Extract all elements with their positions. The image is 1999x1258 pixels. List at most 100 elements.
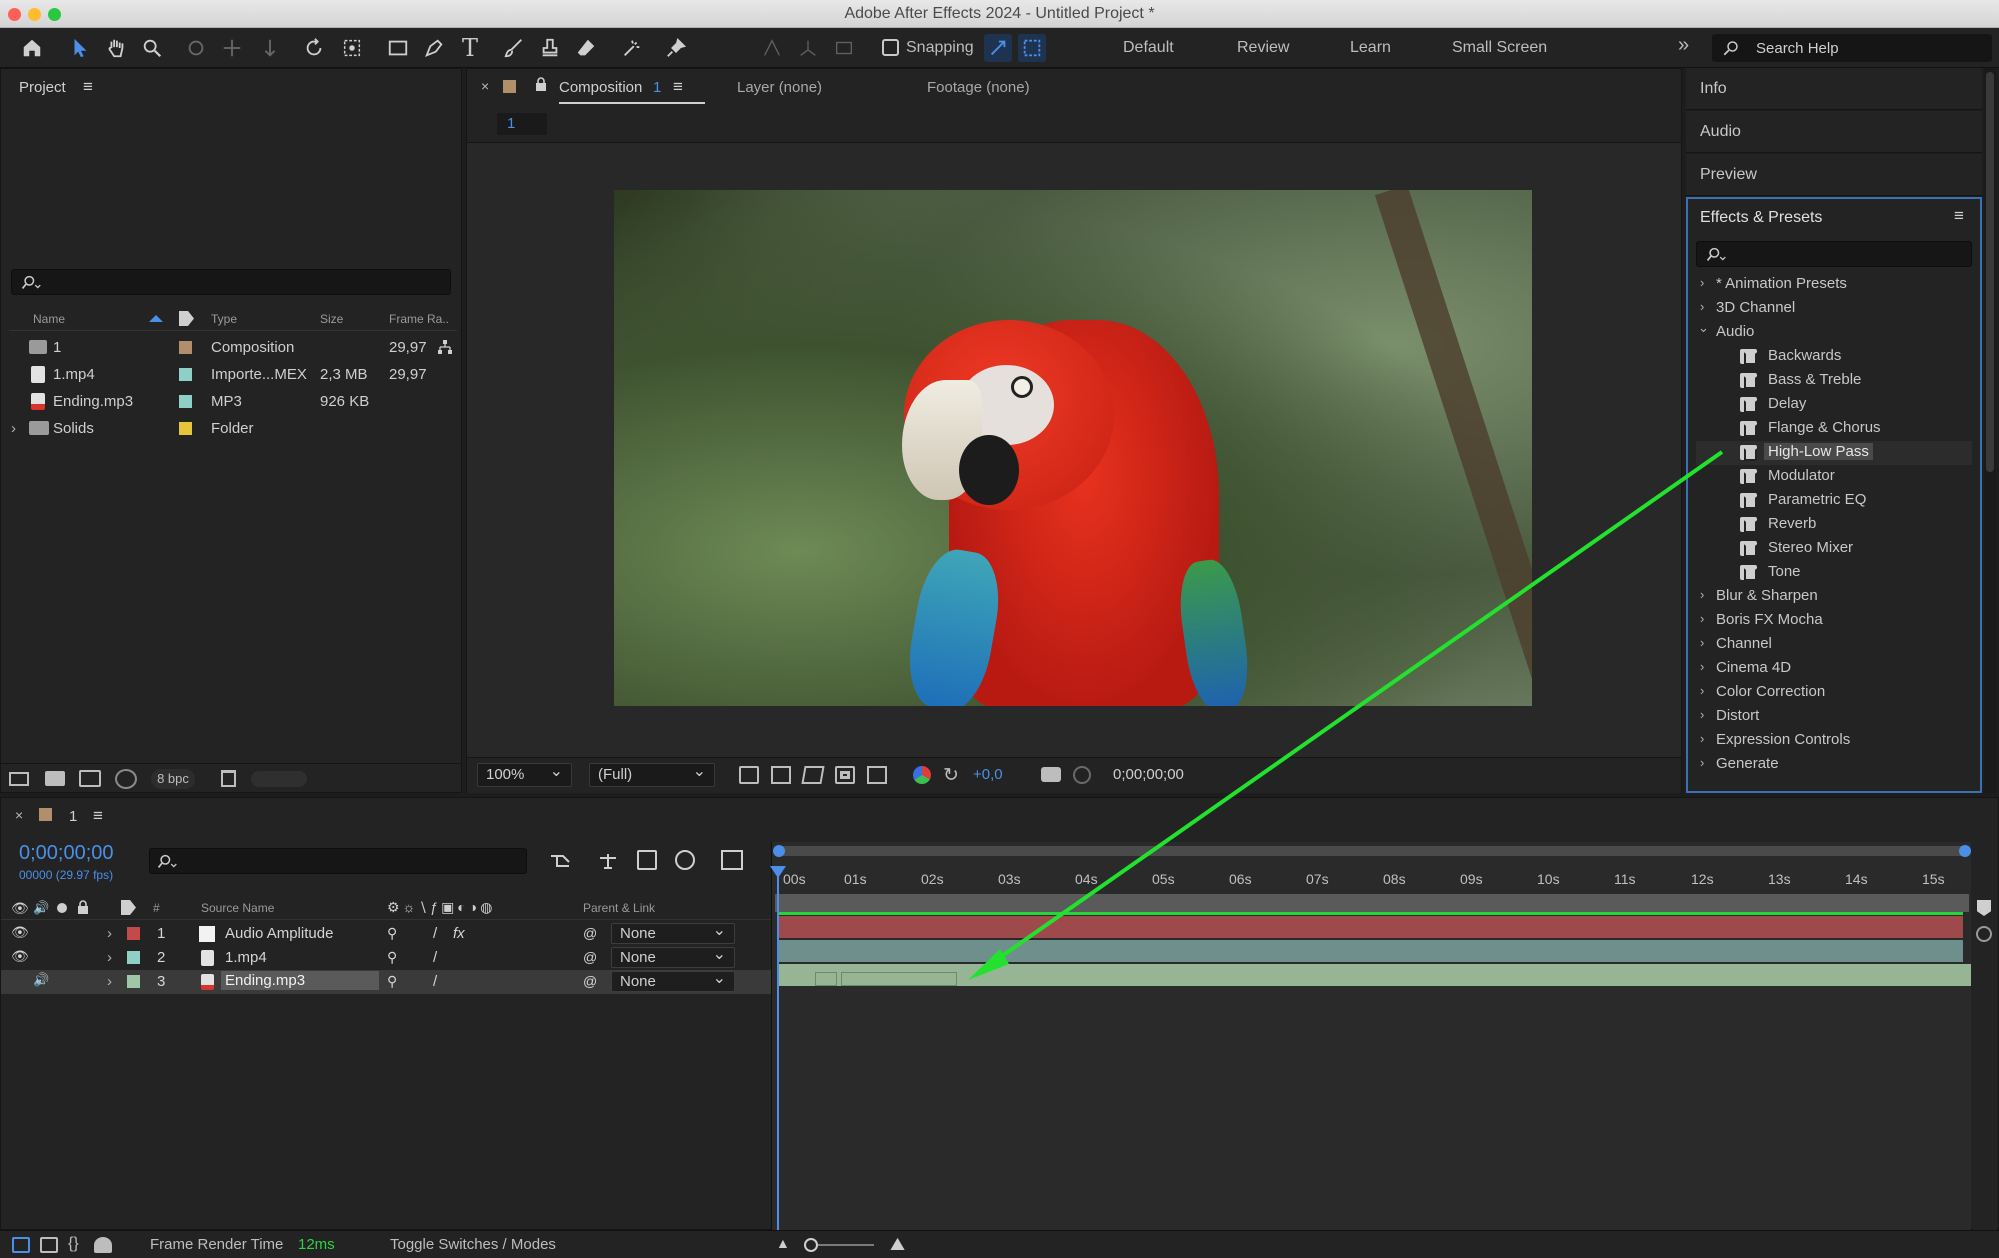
project-thumbnail-slider[interactable] — [251, 771, 307, 787]
parent-dropdown[interactable]: None — [611, 968, 735, 992]
workspace-small-screen[interactable]: Small Screen — [1452, 39, 1547, 57]
close-tab-icon[interactable]: × — [481, 78, 489, 94]
current-time-indicator[interactable] — [770, 866, 786, 1230]
toggle-switches-modes-button[interactable]: Toggle Switches / Modes — [390, 1236, 556, 1253]
footage-tab[interactable]: Footage (none) — [927, 79, 1030, 96]
effect-bass-treble[interactable]: Bass & Treble — [1696, 369, 1972, 393]
timeline-menu-icon[interactable]: ≡ — [93, 806, 103, 826]
zoom-out-icon[interactable]: ▲ — [776, 1235, 790, 1251]
time-ruler[interactable]: 00s 01s 02s 03s 04s 05s 06s 07s 08s 09s … — [775, 866, 1969, 890]
snapping-checkbox[interactable] — [882, 39, 899, 56]
comp-marker-bin-icon[interactable] — [1977, 900, 1991, 916]
layer-label-swatch[interactable] — [127, 951, 140, 964]
column-type[interactable]: Type — [211, 312, 237, 326]
workspace-learn[interactable]: Learn — [1350, 39, 1391, 57]
parent-dropdown[interactable]: None — [611, 944, 735, 968]
shy-switch-icon[interactable]: ⚲ — [387, 925, 397, 942]
label-color-swatch[interactable] — [179, 368, 192, 381]
solo-icon[interactable] — [57, 903, 67, 913]
audio-panel-tab[interactable]: Audio — [1686, 111, 1982, 153]
new-folder-icon[interactable] — [45, 771, 65, 786]
quality-switch-icon[interactable]: / — [433, 973, 437, 990]
pickwhip-icon[interactable]: @ — [583, 973, 597, 989]
channel-icon[interactable] — [913, 766, 931, 784]
layer-name[interactable]: Audio Amplitude — [225, 925, 333, 942]
transfer-controls-icon[interactable] — [40, 1237, 58, 1253]
eye-icon[interactable]: 👁 — [11, 900, 29, 917]
composition-flowchart-icon[interactable] — [549, 850, 571, 870]
audio-speaker-icon[interactable]: 🔊 — [33, 972, 49, 988]
quality-switch-icon[interactable]: / — [433, 949, 437, 966]
project-settings-icon[interactable] — [115, 769, 137, 789]
lock-icon[interactable] — [535, 77, 547, 91]
pen-tool-icon[interactable] — [420, 34, 448, 62]
lock-icon[interactable] — [77, 900, 89, 914]
graph-editor-icon[interactable] — [721, 850, 743, 870]
layer-bar-2[interactable] — [779, 940, 1963, 962]
time-navigator-bar[interactable] — [773, 845, 1971, 857]
composition-menu-icon[interactable]: ≡ — [673, 77, 683, 97]
show-snapshot-icon[interactable] — [1073, 766, 1091, 784]
anchor-tool-icon[interactable] — [338, 34, 366, 62]
timeline-search-input[interactable] — [149, 848, 527, 874]
current-timecode[interactable]: 0;00;00;00 — [19, 842, 114, 865]
shy-layers-icon[interactable] — [597, 850, 619, 870]
shy-switch-icon[interactable]: ⚲ — [387, 949, 397, 966]
composition-tab[interactable]: Composition — [559, 79, 642, 96]
navigator-start-handle[interactable] — [773, 845, 785, 857]
column-frame-rate[interactable]: Frame Ra.. — [389, 312, 449, 326]
clone-stamp-tool-icon[interactable] — [536, 34, 564, 62]
selection-tool-icon[interactable] — [66, 34, 94, 62]
effect-high-low-pass[interactable]: High-Low Pass — [1696, 441, 1972, 465]
exposure-value[interactable]: +0,0 — [973, 766, 1003, 783]
render-time-icon[interactable] — [94, 1237, 112, 1253]
project-tab[interactable]: Project — [19, 79, 66, 96]
layer-switches-icon[interactable] — [12, 1237, 30, 1253]
work-area-bar[interactable] — [775, 894, 1969, 912]
layer-name[interactable]: Ending.mp3 — [221, 971, 379, 990]
hand-tool-icon[interactable] — [102, 34, 130, 62]
pickwhip-icon[interactable]: @ — [583, 925, 597, 941]
expand-chevron-icon[interactable]: › — [107, 925, 112, 942]
frame-blending-icon[interactable] — [637, 850, 657, 870]
reset-exposure-icon[interactable]: ↻ — [943, 764, 959, 787]
motion-blur-icon[interactable] — [675, 850, 695, 870]
layer-label-swatch[interactable] — [127, 927, 140, 940]
eraser-tool-icon[interactable] — [572, 34, 600, 62]
effect-parametric-eq[interactable]: Parametric EQ — [1696, 489, 1972, 513]
expand-chevron-icon[interactable]: › — [107, 973, 112, 990]
region-of-interest-icon[interactable] — [835, 766, 855, 784]
text-tool-icon[interactable]: T — [456, 34, 484, 62]
right-panel-scrollbar[interactable] — [1984, 68, 1996, 793]
project-item-1[interactable]: 1 Composition 29,97 — [9, 335, 453, 361]
interpret-footage-icon[interactable] — [9, 772, 29, 786]
brush-tool-icon[interactable] — [500, 34, 528, 62]
visibility-eye-icon[interactable]: 👁 — [11, 924, 29, 941]
home-icon[interactable] — [18, 34, 46, 62]
in-out-icon[interactable]: {} — [68, 1235, 79, 1253]
visibility-eye-icon[interactable]: 👁 — [11, 948, 29, 965]
shy-switch-icon[interactable]: ⚲ — [387, 973, 397, 990]
parent-dropdown[interactable]: None — [611, 920, 735, 944]
project-menu-icon[interactable]: ≡ — [83, 77, 93, 97]
pan-tool-icon[interactable] — [218, 34, 246, 62]
playhead-handle[interactable] — [770, 866, 786, 878]
expand-chevron-icon[interactable]: › — [107, 949, 112, 966]
snap-edges-icon[interactable] — [984, 34, 1012, 62]
layer-bar-3[interactable] — [779, 964, 1971, 986]
search-help-field[interactable]: Search Help — [1712, 34, 1992, 62]
effects-search-input[interactable] — [1696, 241, 1972, 267]
pickwhip-icon[interactable]: @ — [583, 949, 597, 965]
layer-row-2[interactable]: 👁 › 2 1.mp4 ⚲ / @ None — [1, 944, 771, 970]
axis-view-icon[interactable] — [830, 34, 858, 62]
rotate-tool-icon[interactable] — [300, 34, 328, 62]
breadcrumb[interactable]: 1 — [497, 113, 547, 135]
label-color-swatch[interactable] — [179, 422, 192, 435]
zoom-slider-handle[interactable] — [804, 1238, 818, 1252]
layer-row-1[interactable]: 👁 › 1 Audio Amplitude ⚲ / fx @ None — [1, 920, 771, 946]
preview-panel-tab[interactable]: Preview — [1686, 154, 1982, 196]
layer-tab[interactable]: Layer (none) — [737, 79, 822, 96]
new-composition-icon[interactable] — [79, 770, 101, 787]
project-item-3[interactable]: Ending.mp3 MP3 926 KB — [9, 389, 453, 415]
scrollbar-thumb[interactable] — [1986, 72, 1994, 472]
